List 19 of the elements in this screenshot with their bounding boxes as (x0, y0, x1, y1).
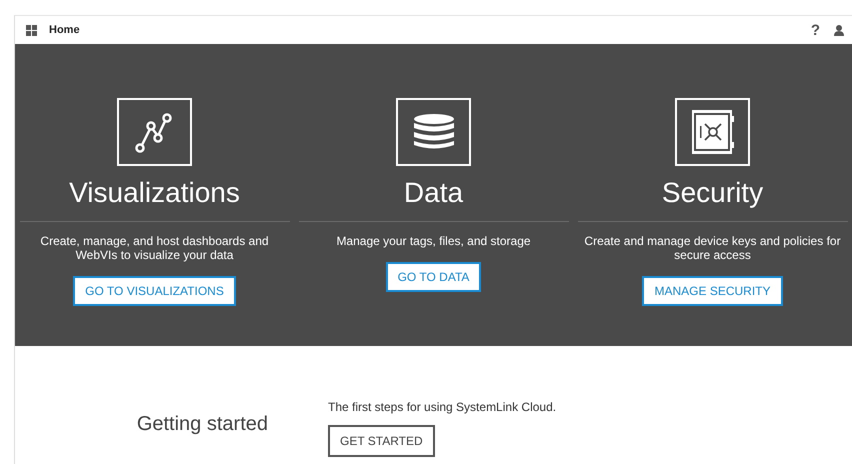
section-description: The first steps for using SystemLink Cloud. (328, 399, 556, 416)
get-started-button[interactable]: GET STARTED (328, 425, 435, 457)
grid-icon[interactable] (26, 24, 37, 36)
feature-button[interactable]: MANAGE SECURITY (642, 276, 782, 306)
feature-title: Security (662, 176, 764, 210)
help-button[interactable]: ? (810, 22, 820, 38)
feature-title: Data (404, 176, 464, 210)
feature-description: Create and manage device keys and policies for secure access (583, 234, 842, 262)
feature-button[interactable]: GO TO VISUALIZATIONS (73, 276, 236, 306)
user-icon[interactable] (834, 24, 844, 36)
feature-title: Visualizations (69, 176, 240, 210)
database-icon (396, 98, 471, 166)
feature-button[interactable]: GO TO DATA (386, 262, 482, 292)
section-title: Getting started (136, 412, 269, 437)
safe-icon (675, 98, 750, 166)
line-chart-icon (117, 98, 192, 166)
feature-description: Manage your tags, files, and storage (335, 234, 532, 248)
feature-description: Create, manage, and host dashboards and WebVIs to visualize your data (39, 234, 270, 262)
page-title: Home (49, 22, 80, 38)
